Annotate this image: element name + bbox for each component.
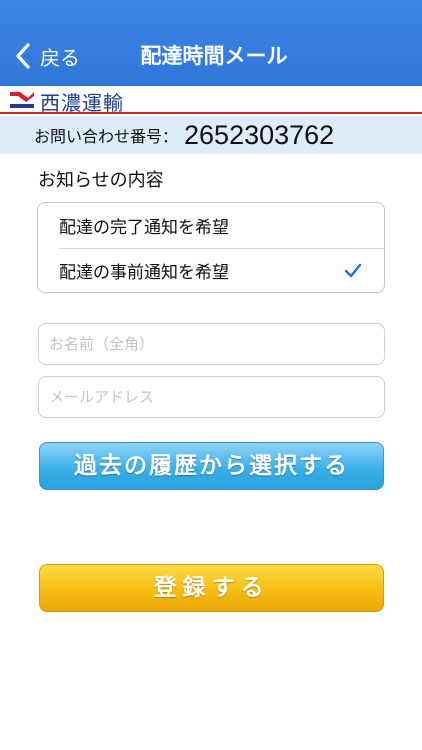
- email-input[interactable]: [38, 376, 385, 418]
- option-label: 配達の完了通知を希望: [59, 218, 229, 238]
- inquiry-number-value: 2652303762: [184, 119, 335, 150]
- inquiry-number-label: お問い合わせ番号：: [34, 127, 179, 146]
- seino-logo-icon: [10, 92, 34, 108]
- company-name: 西濃運輸: [40, 91, 124, 115]
- select-from-history-button[interactable]: 過去の履歴から選択する: [39, 442, 384, 490]
- name-input[interactable]: [38, 323, 385, 365]
- register-button[interactable]: 登録する: [39, 564, 384, 612]
- notification-section-label: お知らせの内容: [38, 170, 164, 191]
- checkmark-icon: [344, 263, 362, 278]
- notification-options: 配達の完了通知を希望 配達の事前通知を希望: [37, 202, 385, 293]
- option-advance-notice[interactable]: 配達の事前通知を希望: [38, 248, 384, 293]
- option-label: 配達の事前通知を希望: [59, 263, 229, 283]
- brand-header: 西濃運輸: [0, 86, 422, 115]
- option-completion-notice[interactable]: 配達の完了通知を希望: [38, 203, 384, 248]
- inquiry-number-row: お問い合わせ番号： 2652303762: [0, 116, 422, 154]
- page-title: 配達時間メール: [140, 44, 288, 68]
- navigation-bar: 戻る 配達時間メール: [0, 0, 422, 86]
